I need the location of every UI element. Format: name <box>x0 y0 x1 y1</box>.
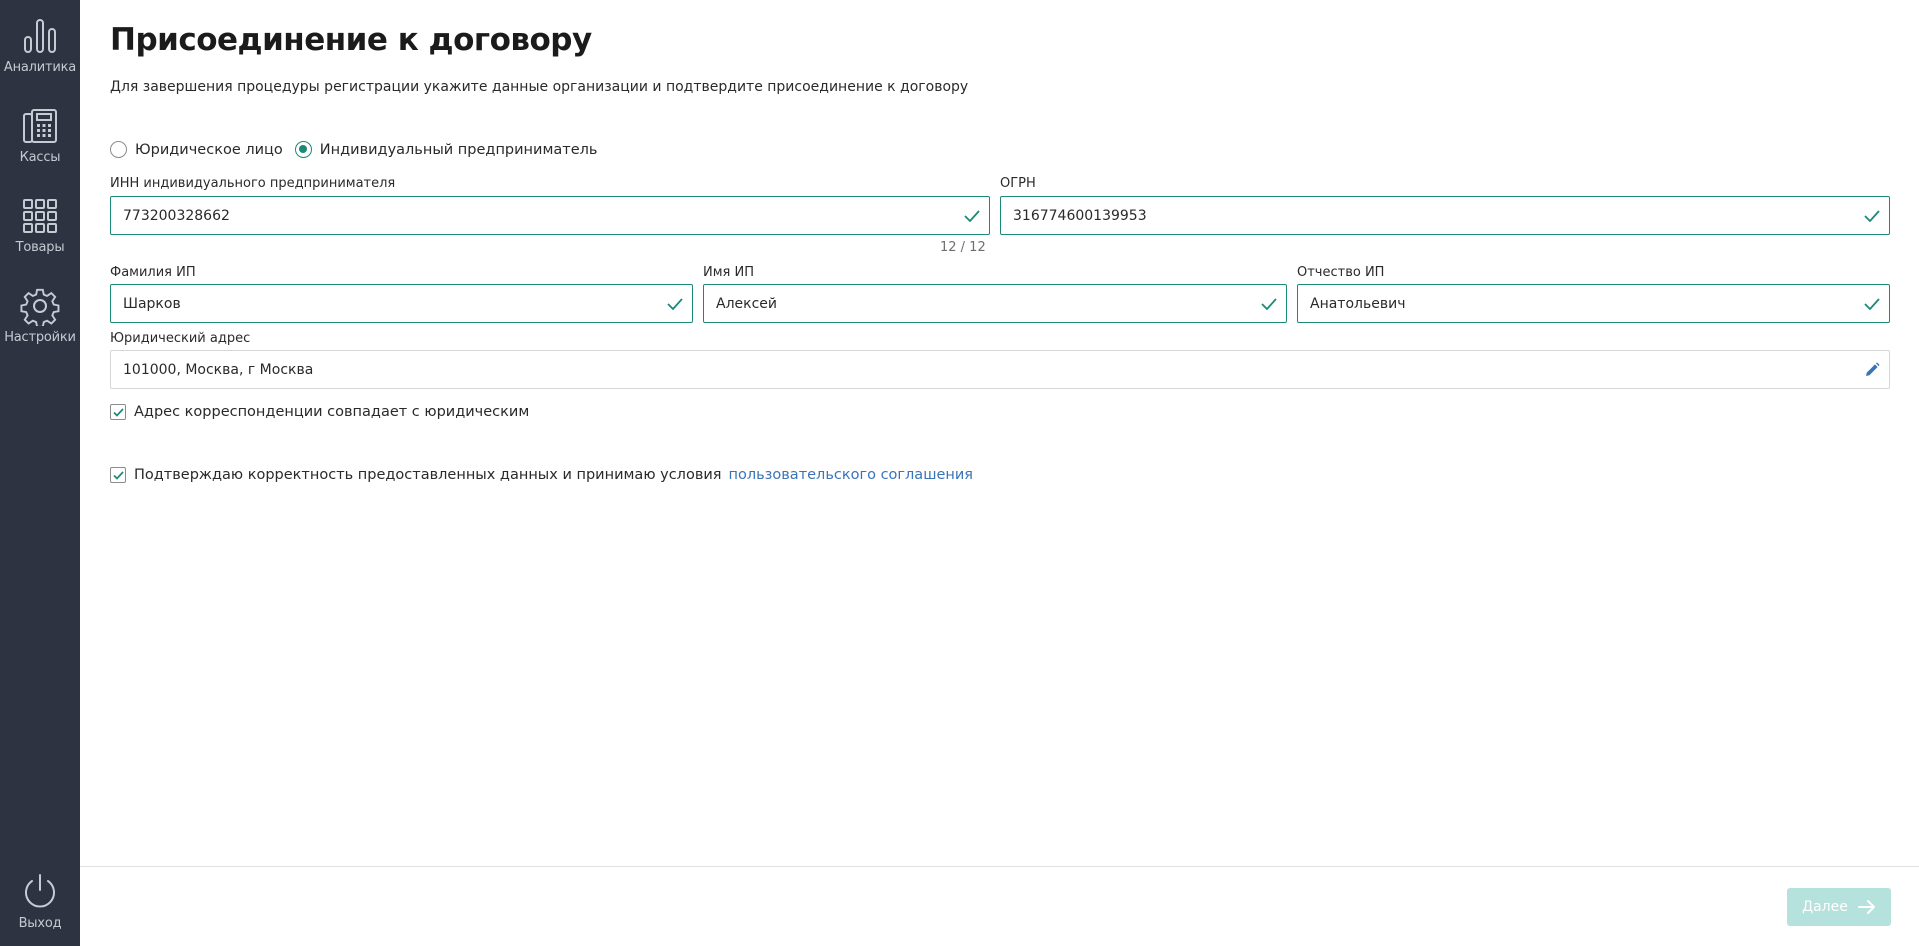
cash-register-icon <box>23 109 57 143</box>
last-name-field <box>110 284 693 323</box>
first-name-label: Имя ИП <box>703 265 754 280</box>
page-title: Присоединение к договору <box>110 22 592 58</box>
inn-input[interactable] <box>111 197 955 234</box>
sidebar-item-goods[interactable]: Товары <box>0 196 80 276</box>
sidebar-item-label: Выход <box>18 916 62 931</box>
sidebar-item-exit[interactable]: Выход <box>0 872 80 946</box>
same-address-checkbox-row[interactable]: Адрес корреспонденции совпадает с юридич… <box>110 404 529 420</box>
pencil-icon[interactable] <box>1855 351 1889 388</box>
sidebar-item-label: Аналитика <box>3 60 77 75</box>
sidebar-item-settings[interactable]: Настройки <box>0 286 80 366</box>
radio-option-legal-entity[interactable]: Юридическое лицо <box>110 141 283 158</box>
page-subtitle: Для завершения процедуры регистрации ука… <box>110 79 969 95</box>
radio-button[interactable] <box>110 141 127 158</box>
address-field <box>110 350 1890 389</box>
power-icon <box>25 874 55 908</box>
first-name-field <box>703 284 1287 323</box>
sidebar-item-label: Кассы <box>19 150 61 165</box>
next-button[interactable]: Далее <box>1787 888 1891 926</box>
ogrn-label: ОГРН <box>1000 176 1036 191</box>
middle-name-label: Отчество ИП <box>1297 265 1385 280</box>
inn-field <box>110 196 990 235</box>
radio-button[interactable] <box>294 141 312 158</box>
check-icon <box>1252 285 1286 322</box>
check-icon <box>658 285 692 322</box>
check-icon <box>955 197 989 234</box>
radio-option-individual-entrepreneur[interactable]: Индивидуальный предприниматель <box>294 141 598 158</box>
grid-icon <box>23 199 57 233</box>
radio-label: Юридическое лицо <box>135 141 283 158</box>
radio-label: Индивидуальный предприниматель <box>319 141 598 158</box>
same-address-label: Адрес корреспонденции совпадает с юридич… <box>134 404 530 420</box>
checkmark-icon <box>112 470 124 480</box>
ogrn-input[interactable] <box>1001 197 1855 234</box>
last-name-label: Фамилия ИП <box>110 265 196 280</box>
agreement-checkbox-row[interactable]: Подтверждаю корректность предоставленных… <box>110 467 973 483</box>
ogrn-field <box>1000 196 1890 235</box>
inn-char-counter: 12 / 12 <box>940 240 986 255</box>
sidebar-item-kassy[interactable]: Кассы <box>0 106 80 186</box>
sidebar-item-label: Настройки <box>4 330 76 345</box>
address-input[interactable] <box>111 351 1855 388</box>
main-content: Присоединение к договору Для завершения … <box>80 0 1919 946</box>
sidebar: Аналитика Кассы Товары Настройки Выход <box>0 0 80 946</box>
middle-name-input[interactable] <box>1298 285 1855 322</box>
address-label: Юридический адрес <box>110 331 251 346</box>
check-icon <box>1855 197 1889 234</box>
next-button-label: Далее <box>1802 899 1848 915</box>
last-name-input[interactable] <box>111 285 658 322</box>
checkmark-icon <box>112 407 124 417</box>
sidebar-item-label: Товары <box>15 240 65 255</box>
app-root: Аналитика Кассы Товары Настройки Выход П… <box>0 0 1919 946</box>
check-icon <box>1855 285 1889 322</box>
first-name-input[interactable] <box>704 285 1252 322</box>
agreement-checkbox[interactable] <box>110 467 126 483</box>
sidebar-item-analytics[interactable]: Аналитика <box>0 16 80 96</box>
middle-name-field <box>1297 284 1890 323</box>
footer-divider <box>80 866 1919 867</box>
arrow-right-icon <box>1857 900 1875 914</box>
entity-type-radio-group: Юридическое лицо Индивидуальный предприн… <box>110 141 609 158</box>
agreement-label: Подтверждаю корректность предоставленных… <box>134 467 722 483</box>
same-address-checkbox[interactable] <box>110 404 126 420</box>
inn-label: ИНН индивидуального предпринимателя <box>110 176 396 191</box>
gear-icon <box>20 288 60 326</box>
user-agreement-link[interactable]: пользовательского соглашения <box>729 467 974 483</box>
bar-chart-icon <box>24 19 56 53</box>
